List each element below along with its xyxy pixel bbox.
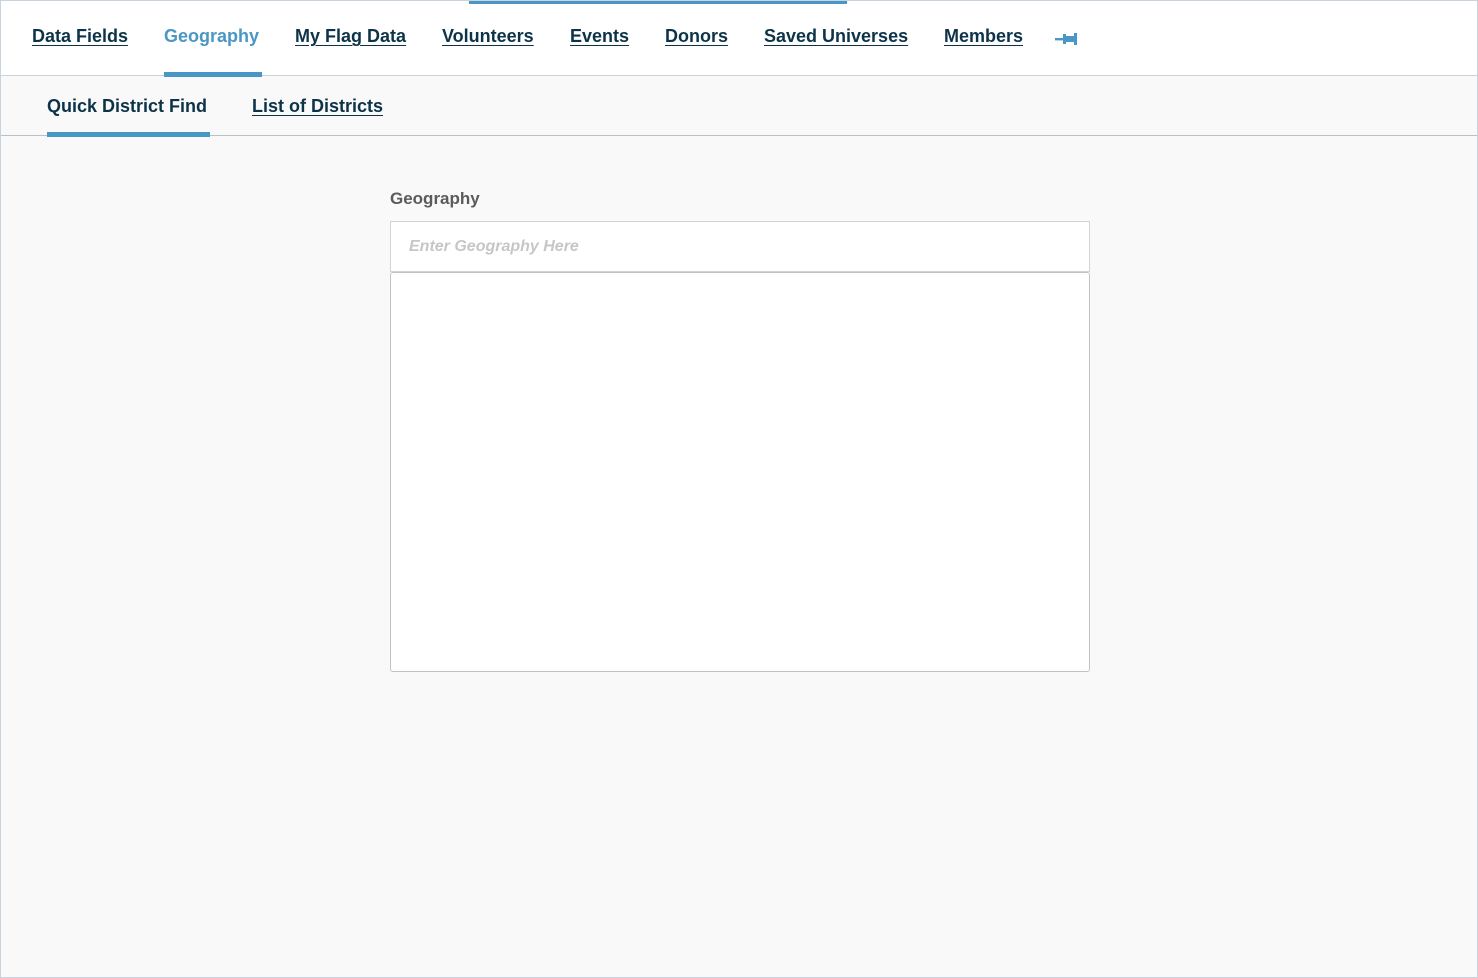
subtab-quick-district-find[interactable]: Quick District Find [47, 96, 211, 137]
geography-label: Geography [390, 189, 480, 208]
nav-tab-my-flag-data[interactable]: My Flag Data [295, 26, 406, 76]
nav-tab-events[interactable]: Events [570, 26, 629, 76]
app-frame: Data Fields Geography My Flag Data Volun… [0, 0, 1478, 978]
pin-icon[interactable] [1055, 30, 1079, 48]
nav-tab-members[interactable]: Members [944, 26, 1023, 76]
nav-tab-donors[interactable]: Donors [665, 26, 728, 76]
secondary-nav: Quick District Find List of Districts [1, 77, 1477, 137]
nav-tab-data-fields[interactable]: Data Fields [32, 26, 128, 76]
geography-input[interactable] [390, 221, 1090, 272]
nav-tab-volunteers[interactable]: Volunteers [442, 26, 534, 76]
primary-nav: Data Fields Geography My Flag Data Volun… [1, 1, 1477, 77]
nav-tab-saved-universes[interactable]: Saved Universes [764, 26, 908, 76]
subtab-list-of-districts[interactable]: List of Districts [252, 96, 383, 137]
geography-results-box[interactable] [390, 272, 1090, 672]
nav-tab-geography[interactable]: Geography [164, 26, 263, 77]
top-accent-bar [469, 1, 847, 4]
